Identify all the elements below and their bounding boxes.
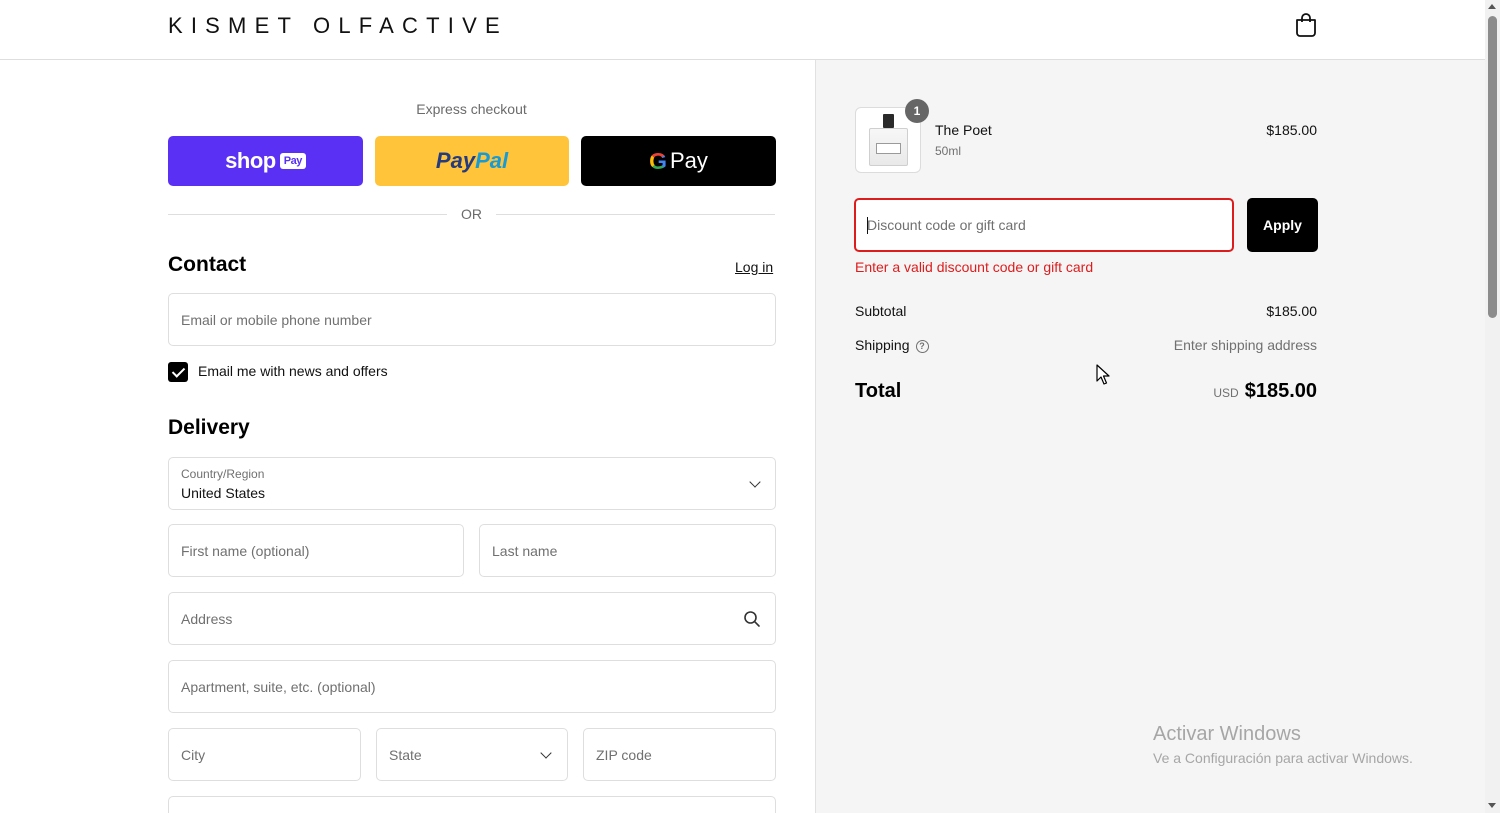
subtotal-value: $185.00 <box>1266 303 1317 319</box>
apply-discount-button[interactable]: Apply <box>1247 198 1318 252</box>
express-checkout-title: Express checkout <box>416 101 527 117</box>
product-name: The Poet <box>935 122 992 138</box>
first-name-input[interactable] <box>169 525 463 576</box>
country-label: Country/Region <box>181 467 265 481</box>
first-name-field[interactable] <box>168 524 464 577</box>
total-label: Total <box>855 380 902 402</box>
chevron-down-icon <box>749 476 761 488</box>
zip-field[interactable] <box>583 728 776 781</box>
newsletter-checkbox[interactable] <box>168 362 188 382</box>
country-select[interactable]: Country/Region United States <box>168 457 776 510</box>
help-icon[interactable]: ? <box>915 339 929 353</box>
page-scrollbar[interactable] <box>1485 0 1500 813</box>
last-name-input[interactable] <box>480 525 775 576</box>
shopping-bag-icon[interactable] <box>1294 12 1318 38</box>
shipping-row: Shipping? <box>855 337 929 353</box>
shipping-label: Shipping <box>855 337 910 353</box>
scroll-down-arrow-icon[interactable] <box>1488 803 1496 808</box>
total-currency: USD <box>1213 386 1239 400</box>
windows-activation-title: Activar Windows <box>1153 723 1301 745</box>
quantity-badge: 1 <box>905 99 929 123</box>
total-value: $185.00 <box>1244 380 1317 402</box>
text-caret <box>867 217 868 234</box>
city-input[interactable] <box>169 729 360 780</box>
brand-logo[interactable]: KISMET OLFACTIVE <box>168 13 508 39</box>
state-placeholder: State <box>389 747 422 763</box>
newsletter-label: Email me with news and offers <box>198 363 388 379</box>
email-field[interactable] <box>168 293 776 346</box>
paypal-logo: PayPal <box>436 148 508 174</box>
site-header: KISMET OLFACTIVE <box>0 0 1485 60</box>
windows-activation-subtitle: Ve a Configuración para activar Windows. <box>1153 750 1413 766</box>
or-divider: OR <box>168 204 775 224</box>
product-variant: 50ml <box>935 144 962 158</box>
subtotal-label: Subtotal <box>855 303 907 319</box>
paypal-logo-part2: Pal <box>475 148 509 173</box>
mouse-cursor-icon <box>1096 364 1110 385</box>
product-price: $185.00 <box>1266 122 1317 138</box>
apartment-input[interactable] <box>169 661 775 712</box>
shop-pay-button[interactable]: shop Pay <box>168 136 363 186</box>
google-pay-logo: G Pay <box>649 148 708 175</box>
apartment-field[interactable] <box>168 660 776 713</box>
email-input[interactable] <box>169 294 775 345</box>
paypal-logo-part1: Pay <box>435 148 476 173</box>
country-value: United States <box>181 485 266 501</box>
bottle-body <box>869 128 908 166</box>
discount-error-message: Enter a valid discount code or gift card <box>855 259 1094 275</box>
city-field[interactable] <box>168 728 361 781</box>
last-name-field[interactable] <box>479 524 776 577</box>
state-select[interactable]: State <box>376 728 568 781</box>
phone-field-partial[interactable] <box>168 796 776 813</box>
google-pay-button[interactable]: G Pay <box>581 136 776 186</box>
total-amount: USD $185.00 <box>1100 380 1317 403</box>
chevron-down-icon <box>540 747 552 759</box>
bottle-label <box>876 143 901 154</box>
discount-field[interactable] <box>854 198 1234 252</box>
shop-pay-logo: shop Pay <box>225 148 306 174</box>
contact-heading: Contact <box>168 253 247 276</box>
shop-pay-pill: Pay <box>279 153 306 169</box>
bottle-cap <box>883 114 894 128</box>
login-link[interactable]: Log in <box>735 259 773 275</box>
address-field[interactable] <box>168 592 776 645</box>
shipping-value: Enter shipping address <box>1173 337 1317 353</box>
search-icon <box>744 611 760 627</box>
paypal-button[interactable]: PayPal <box>375 136 569 186</box>
google-g-icon: G <box>649 147 667 174</box>
scrollbar-thumb[interactable] <box>1488 16 1497 318</box>
discount-input[interactable] <box>856 200 1232 250</box>
zip-input[interactable] <box>584 729 775 780</box>
or-label: OR <box>461 206 482 222</box>
google-pay-word: Pay <box>669 148 708 173</box>
scroll-up-arrow-icon[interactable] <box>1488 4 1496 9</box>
shop-pay-word: shop <box>225 148 276 173</box>
address-input[interactable] <box>169 593 775 644</box>
delivery-heading: Delivery <box>168 416 250 439</box>
